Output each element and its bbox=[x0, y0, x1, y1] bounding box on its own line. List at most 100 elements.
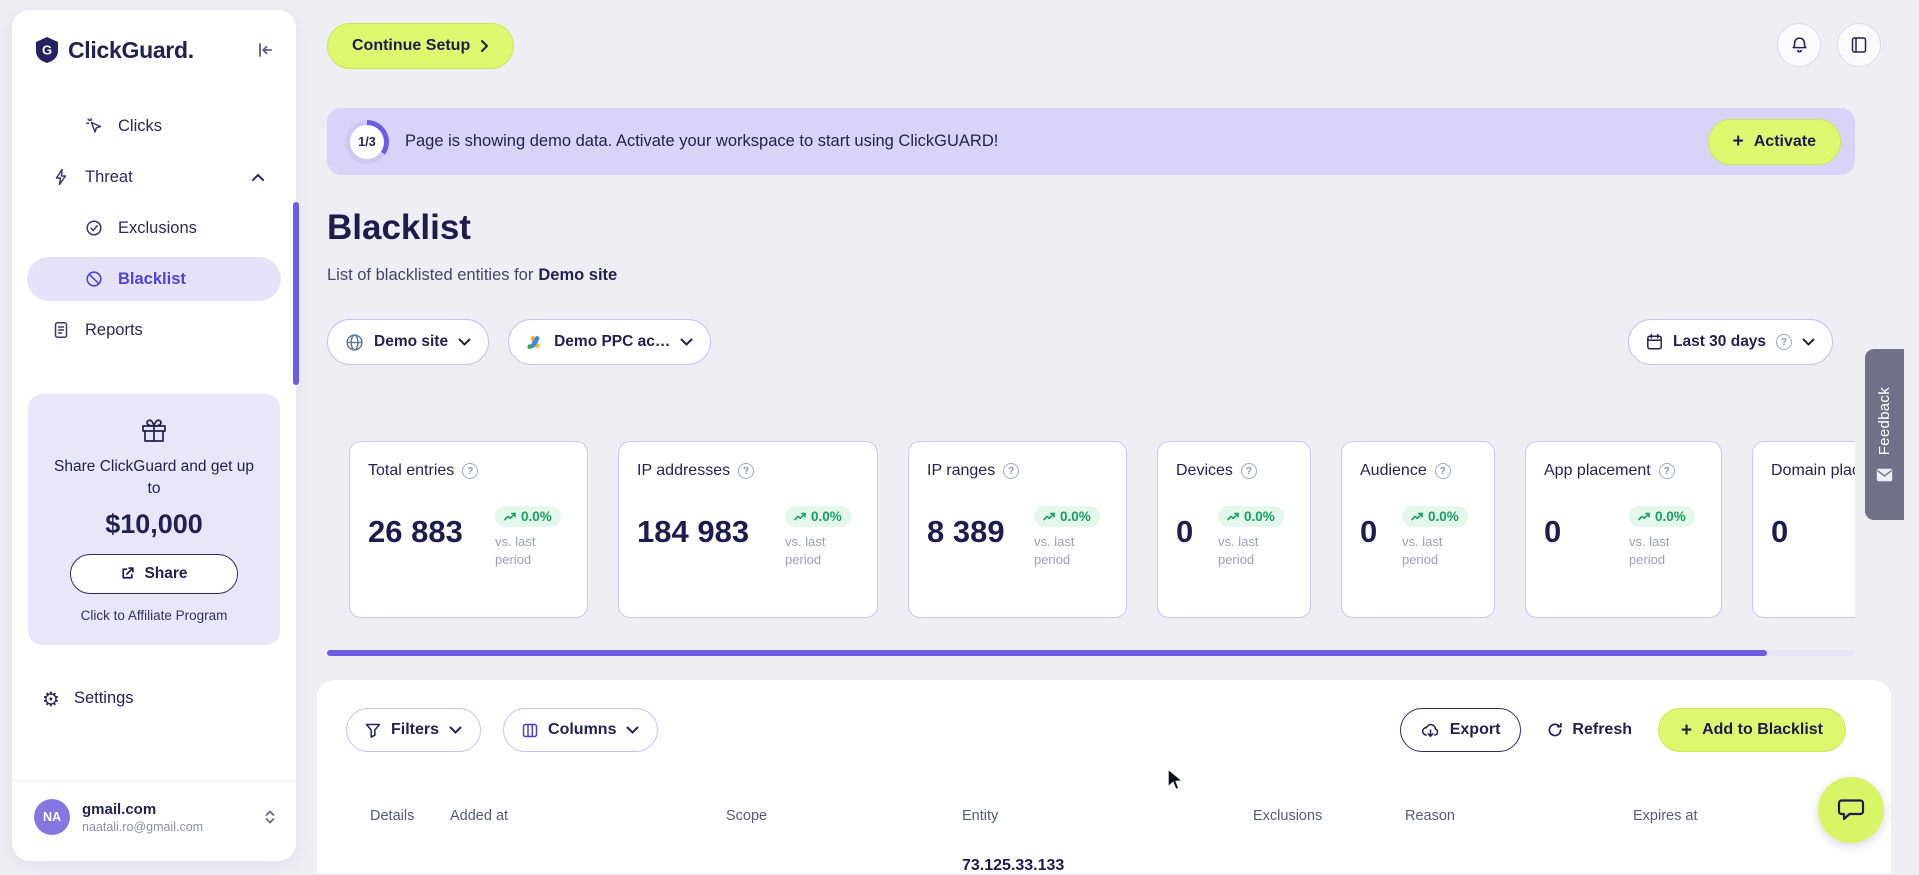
columns-label: Columns bbox=[548, 721, 617, 738]
stat-label: IP ranges bbox=[927, 462, 996, 479]
blacklist-table-panel: Filters Columns Export Refresh + Add to … bbox=[317, 680, 1891, 875]
ppc-selector-value: Demo PPC ac… bbox=[554, 333, 671, 350]
delta-caption: vs. last period bbox=[785, 534, 826, 567]
stat-label: Audience bbox=[1360, 462, 1427, 479]
report-document-icon bbox=[51, 321, 71, 339]
delta-caption: vs. last period bbox=[495, 534, 536, 567]
continue-setup-button[interactable]: Continue Setup bbox=[327, 23, 515, 69]
help-icon[interactable]: ? bbox=[1776, 334, 1793, 350]
stat-label: Domain placement bbox=[1771, 462, 1855, 479]
feedback-envelope-icon bbox=[1876, 468, 1893, 482]
up-down-chevrons-icon bbox=[264, 809, 276, 825]
stat-value: 184 983 bbox=[637, 514, 750, 549]
page-title: Blacklist bbox=[327, 208, 471, 247]
help-icon[interactable]: ? bbox=[1434, 463, 1451, 479]
help-icon[interactable]: ? bbox=[1658, 463, 1675, 479]
date-range-selector[interactable]: Last 30 days ? bbox=[1628, 319, 1834, 365]
sidebar-collapse-icon[interactable] bbox=[256, 42, 274, 58]
book-icon bbox=[1850, 36, 1868, 54]
stat-value: 8 389 bbox=[927, 514, 1005, 549]
sidebar-item-label: Clicks bbox=[118, 116, 162, 135]
settings-label: Settings bbox=[73, 689, 134, 708]
date-range-value: Last 30 days bbox=[1673, 333, 1767, 350]
plus-icon: + bbox=[1680, 719, 1693, 741]
plus-icon: + bbox=[1732, 131, 1744, 152]
activate-label: Activate bbox=[1753, 132, 1816, 150]
calendar-icon bbox=[1646, 333, 1663, 351]
add-to-blacklist-label: Add to Blacklist bbox=[1702, 721, 1823, 738]
columns-icon bbox=[522, 723, 538, 738]
column-header-scope: Scope bbox=[726, 808, 768, 824]
cloud-download-icon bbox=[1421, 723, 1440, 738]
help-icon[interactable]: ? bbox=[462, 463, 479, 479]
stats-scrollbar-thumb[interactable] bbox=[327, 650, 1767, 656]
delta-badge: 0.0% bbox=[1034, 506, 1100, 527]
stat-card-devices: Devices ? 0 0.0% vs. last period bbox=[1157, 441, 1311, 618]
brand-name: ClickGuard. bbox=[68, 36, 194, 63]
help-icon[interactable]: ? bbox=[1003, 463, 1020, 479]
stat-value: 0 bbox=[1176, 514, 1194, 549]
column-header-exclusions: Exclusions bbox=[1253, 808, 1323, 824]
delta-caption: vs. last period bbox=[1402, 534, 1443, 567]
trend-up-icon bbox=[1227, 512, 1239, 521]
banner-message: Page is showing demo data. Activate your… bbox=[405, 132, 999, 150]
activate-button[interactable]: + Activate bbox=[1707, 118, 1841, 165]
sidebar-item-clicks[interactable]: Clicks bbox=[27, 104, 281, 148]
sidebar-item-label: Exclusions bbox=[118, 218, 197, 237]
filters-button[interactable]: Filters bbox=[346, 708, 482, 752]
chat-bubble-icon bbox=[1836, 797, 1866, 824]
site-selector[interactable]: Demo site bbox=[327, 319, 490, 365]
chevron-down-icon bbox=[1802, 338, 1815, 346]
docs-button[interactable] bbox=[1837, 23, 1881, 67]
table-row[interactable]: 73.125.33.133 bbox=[346, 857, 1846, 875]
sidebar-scrollbar-thumb[interactable] bbox=[293, 202, 299, 385]
chevron-up-icon[interactable] bbox=[251, 173, 265, 182]
add-to-blacklist-button[interactable]: + Add to Blacklist bbox=[1657, 708, 1846, 752]
page-subtitle: List of blacklisted entities for Demo sit… bbox=[327, 266, 617, 285]
sidebar-item-exclusions[interactable]: Exclusions bbox=[27, 206, 281, 250]
sidebar-item-threat[interactable]: Threat bbox=[27, 155, 281, 199]
delta-value: 0.0% bbox=[1060, 509, 1091, 524]
ppc-account-selector[interactable]: Demo PPC ac… bbox=[508, 319, 712, 365]
column-header-reason: Reason bbox=[1405, 808, 1455, 824]
site-selector-value: Demo site bbox=[374, 333, 449, 350]
chat-widget-button[interactable] bbox=[1818, 777, 1884, 843]
feedback-tab[interactable]: Feedback bbox=[1865, 349, 1904, 520]
table-header-row: Details Added at Scope Entity Exclusions… bbox=[346, 808, 1846, 824]
notifications-button[interactable] bbox=[1777, 23, 1821, 67]
subtitle-text: List of blacklisted entities for bbox=[327, 266, 534, 284]
blocked-icon bbox=[84, 270, 104, 288]
subtitle-site-name: Demo site bbox=[538, 266, 618, 284]
stat-label: App placement bbox=[1544, 462, 1651, 479]
promo-text: Share ClickGuard and get up to bbox=[54, 458, 254, 498]
export-label: Export bbox=[1449, 721, 1501, 738]
trend-up-icon bbox=[1638, 512, 1650, 521]
sidebar-item-label: Threat bbox=[85, 167, 133, 186]
filters-label: Filters bbox=[391, 721, 440, 738]
sidebar: G ClickGuard. Clicks Threat Exclusions B… bbox=[12, 10, 296, 861]
chevron-down-icon bbox=[680, 338, 693, 346]
trend-up-icon bbox=[504, 512, 516, 521]
chevron-down-icon bbox=[458, 338, 471, 346]
delta-badge: 0.0% bbox=[785, 506, 851, 527]
refresh-button[interactable]: Refresh bbox=[1547, 721, 1632, 739]
sidebar-item-reports[interactable]: Reports bbox=[27, 308, 281, 352]
cursor-click-icon bbox=[84, 117, 104, 135]
account-switcher[interactable]: NA gmail.com naatali.ro@gmail.com bbox=[12, 780, 296, 835]
bell-icon bbox=[1790, 36, 1809, 55]
stats-card-row: Total entries ? 26 883 0.0% vs. last per… bbox=[349, 441, 1855, 618]
columns-button[interactable]: Columns bbox=[503, 708, 659, 752]
user-name: gmail.com bbox=[82, 800, 157, 818]
setup-progress-ring: 1/3 bbox=[345, 119, 389, 164]
help-icon[interactable]: ? bbox=[1240, 463, 1257, 479]
export-button[interactable]: Export bbox=[1399, 708, 1522, 752]
help-icon[interactable]: ? bbox=[738, 463, 755, 479]
sidebar-item-settings[interactable]: ⚙ Settings bbox=[12, 679, 296, 719]
share-button[interactable]: Share bbox=[70, 553, 238, 594]
affiliate-link[interactable]: Click to Affiliate Program bbox=[46, 608, 262, 623]
delta-badge: 0.0% bbox=[1629, 506, 1695, 527]
sidebar-item-blacklist[interactable]: Blacklist bbox=[27, 257, 281, 301]
user-email: naatali.ro@gmail.com bbox=[82, 819, 204, 834]
trend-up-icon bbox=[794, 512, 806, 521]
refresh-icon bbox=[1547, 722, 1563, 738]
